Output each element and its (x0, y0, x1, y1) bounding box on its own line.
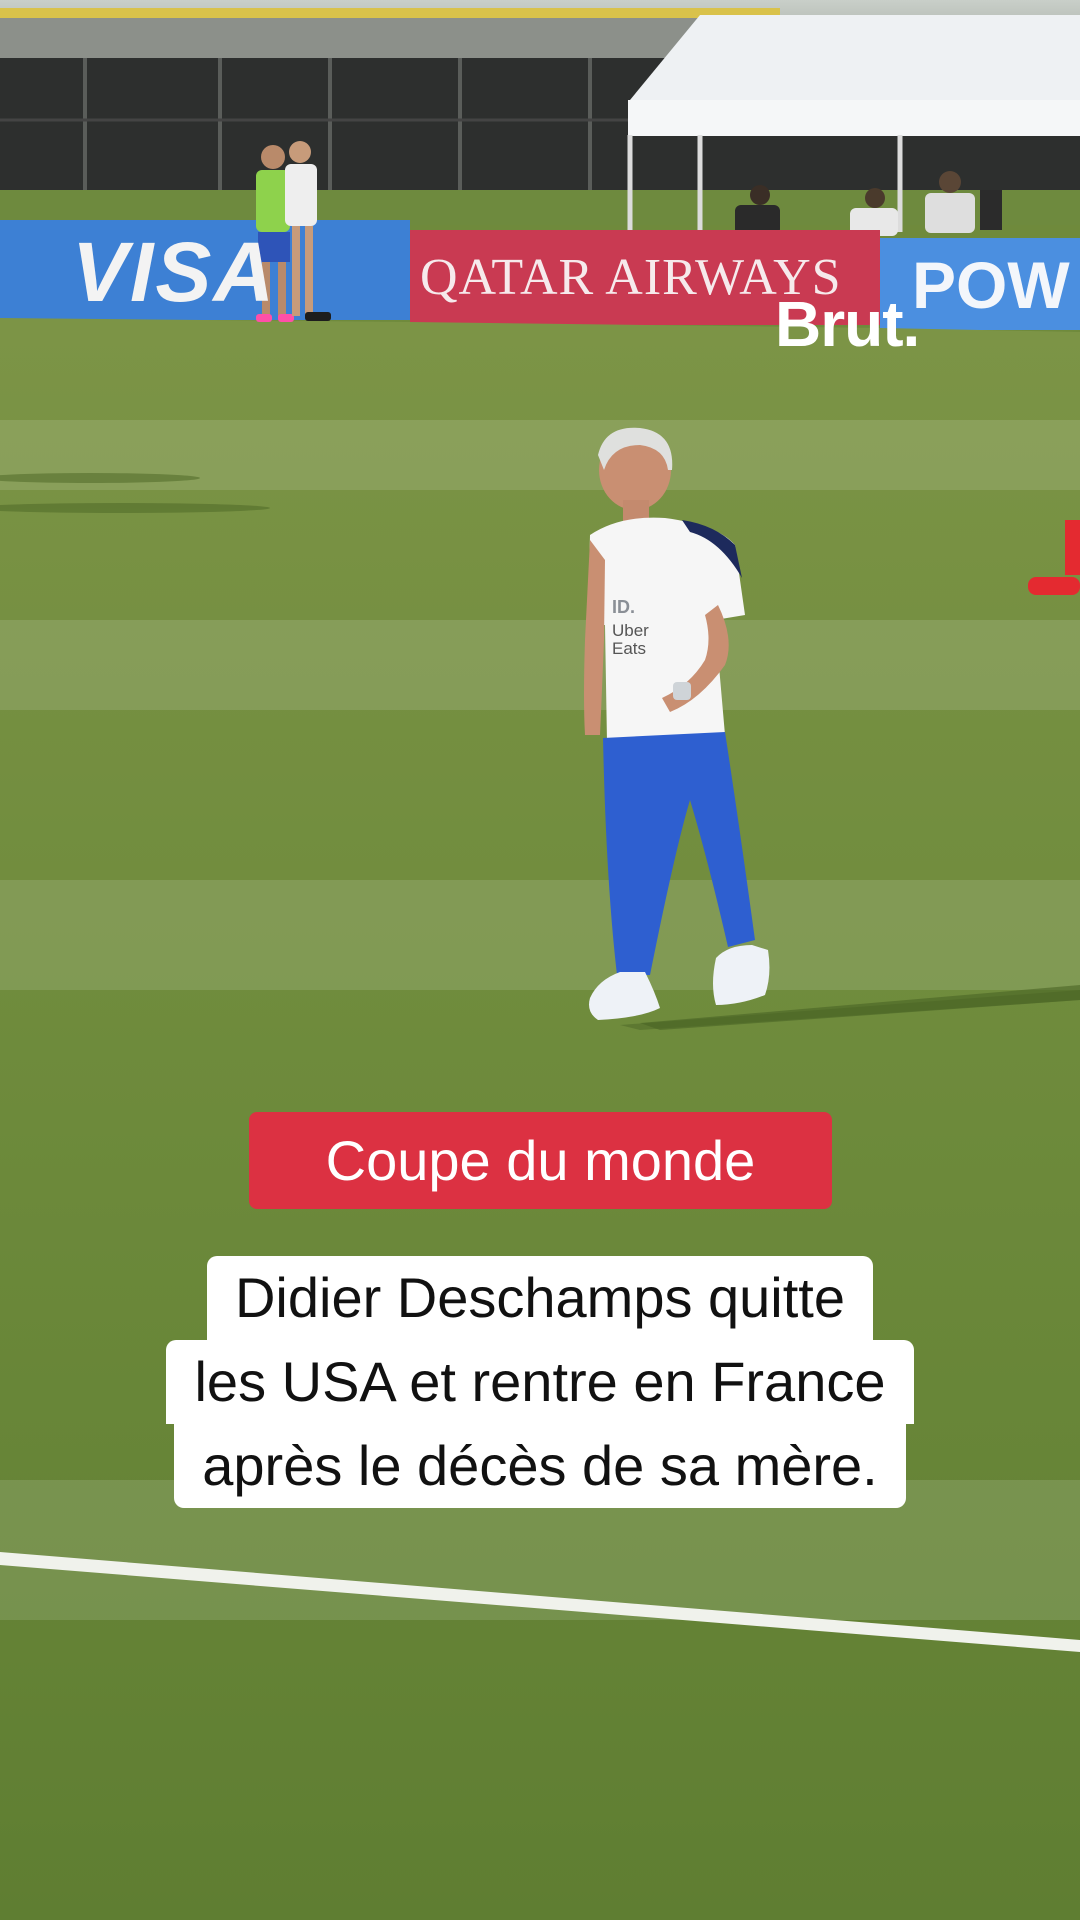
shirt-sponsor-line: ID. (612, 597, 636, 617)
video-frame: VISA QATAR AIRWAYS POW ID. Uber Eats Bru… (0, 0, 1080, 1920)
category-tag: Coupe du monde (249, 1112, 832, 1209)
caption-line: Didier Deschamps quitte (206, 1256, 874, 1340)
shirt-sponsor: ID. Uber Eats (612, 598, 649, 658)
caption: Didier Deschamps quitte les USA et rentr… (100, 1256, 980, 1508)
caption-line: après le décès de sa mère. (174, 1424, 906, 1508)
ad-board-pow-text: POW (912, 248, 1070, 322)
back-grass (0, 190, 1080, 225)
yellow-rail (0, 8, 780, 18)
caption-line: les USA et rentre en France (166, 1340, 914, 1424)
shirt-sponsor-line: Eats (612, 639, 647, 658)
brut-logo: Brut. (775, 288, 920, 360)
shirt-sponsor-line: Uber (612, 621, 649, 640)
ad-board-visa-text: VISA (72, 225, 277, 319)
stadium-wall (0, 18, 780, 60)
